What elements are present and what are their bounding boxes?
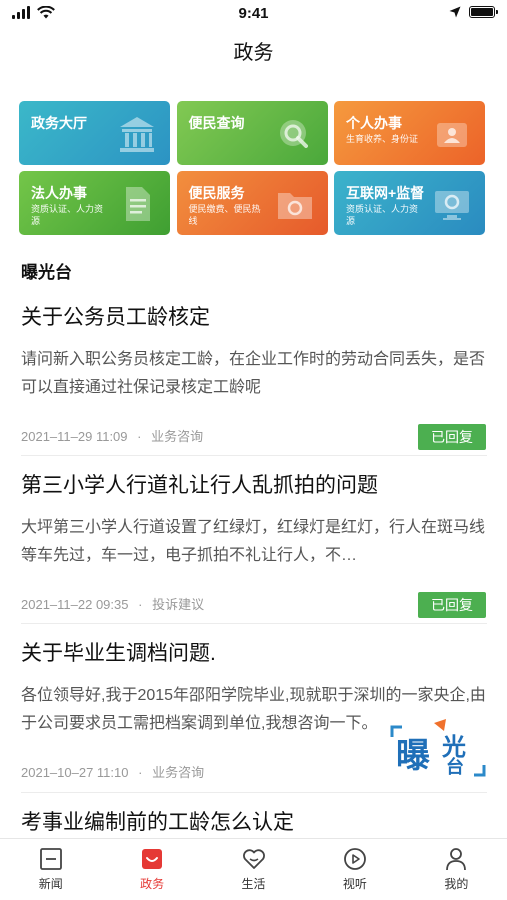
list-item[interactable]: 第三小学人行道礼让行人乱抓拍的问题 大坪第三小学人行道设置了红绿灯，红绿灯是红灯… [21, 472, 486, 618]
post-date: 2021–11–29 11:09 [21, 429, 128, 444]
tab-government[interactable]: 政务 [101, 839, 202, 900]
divider [21, 455, 487, 456]
service-tile-supervision[interactable]: 互联网+监督 资质认证、人力资源 [334, 171, 485, 235]
profile-icon [446, 848, 467, 871]
government-icon [142, 849, 163, 869]
service-tile-hall[interactable]: 政务大厅 [19, 101, 170, 165]
post-date: 2021–11–22 09:35 [21, 597, 129, 612]
status-bar: 9:41 [0, 0, 507, 28]
tab-label: 生活 [241, 877, 266, 891]
tab-news[interactable]: 新闻 [0, 839, 101, 900]
service-tile-label: 法人办事 [31, 185, 87, 201]
post-date: 2021–10–27 11:10 [21, 765, 129, 780]
meta-separator: · [138, 765, 143, 780]
post-title: 关于毕业生调档问题. [21, 642, 216, 665]
monitor-icon [435, 191, 469, 220]
service-tile-sub: 生育收养、身份证 [346, 134, 419, 144]
tab-label: 我的 [444, 877, 469, 891]
section-title: 曝光台 [21, 263, 72, 282]
post-title: 考事业编制前的工龄怎么认定 [21, 811, 294, 834]
status-badge: 已回复 [418, 424, 486, 450]
heart-icon [242, 849, 265, 869]
folder-icon [277, 193, 312, 219]
status-badge: 已回复 [418, 592, 486, 618]
divider [21, 792, 487, 793]
service-tile-label: 便民服务 [188, 185, 245, 201]
svg-text:曝: 曝 [396, 737, 430, 775]
svg-text:台: 台 [446, 756, 464, 777]
tab-bar: 新闻 政务 生活 视听 我的 [0, 838, 507, 900]
post-meta: 2021–11–29 11:09 · 业务咨询 已回复 [21, 424, 486, 450]
list-item[interactable]: 关于公务员工龄核定 请问新入职公务员核定工龄，在企业工作时的劳动合同丢失，是否可… [21, 304, 486, 450]
post-meta: 2021–11–22 09:35 · 投诉建议 已回复 [21, 592, 486, 618]
meta-separator: · [137, 429, 142, 444]
exposure-platform-logo[interactable]: 曝 光 台 [388, 715, 488, 777]
post-body: 请问新入职公务员核定工龄，在企业工作时的劳动合同丢失，是否可以直接通过社保记录核… [21, 351, 486, 396]
post-title: 第三小学人行道礼让行人乱抓拍的问题 [21, 474, 378, 497]
page-title: 政务 [233, 42, 274, 64]
id-card-icon [437, 123, 467, 147]
service-tile-corporate[interactable]: 法人办事 资质认证、人力资源 [19, 171, 170, 235]
tab-profile[interactable]: 我的 [406, 839, 507, 900]
status-right [449, 6, 498, 18]
tab-life[interactable]: 生活 [203, 839, 304, 900]
search-icon [279, 120, 308, 148]
post-category: 投诉建议 [152, 597, 205, 612]
play-icon [344, 848, 366, 870]
service-tile-label: 个人办事 [346, 115, 402, 131]
tab-label: 政务 [140, 877, 165, 891]
tab-label: 视听 [342, 877, 367, 891]
government-hall-icon [120, 117, 154, 152]
status-time: 9:41 [238, 5, 269, 22]
location-arrow-icon [449, 6, 461, 18]
service-tile-label: 互联网+监督 [346, 185, 425, 201]
service-tile-label: 政务大厅 [31, 115, 87, 131]
news-icon [39, 848, 62, 870]
list-item[interactable]: 考事业编制前的工龄怎么认定 [21, 809, 486, 837]
service-tile-label: 便民查询 [188, 115, 245, 131]
battery-icon [469, 6, 498, 18]
tab-media[interactable]: 视听 [304, 839, 405, 900]
tab-label: 新闻 [38, 877, 63, 891]
service-tile-sub: 资质认证、人力资源 [346, 204, 419, 226]
document-icon [126, 187, 150, 221]
service-tile-sub: 资质认证、人力资源 [31, 204, 104, 226]
post-title: 关于公务员工龄核定 [21, 306, 210, 329]
service-tile-convenience[interactable]: 便民服务 便民缴费、便民热线 [176, 171, 328, 235]
divider [21, 623, 487, 624]
post-body: 大坪第三小学人行道设置了红绿灯，红绿灯是红灯，行人在斑马线等车先过，车一过，电子… [21, 519, 486, 564]
service-tile-personal[interactable]: 个人办事 生育收养、身份证 [334, 101, 485, 165]
service-tile-sub: 便民缴费、便民热线 [188, 204, 261, 226]
service-tile-query[interactable]: 便民查询 [176, 101, 328, 165]
post-category: 业务咨询 [152, 765, 205, 780]
post-category: 业务咨询 [151, 429, 204, 444]
meta-separator: · [138, 597, 143, 612]
service-grid: 政务大厅 便民查询 个人办事 生育收养、身份证 法人办事 资质认证、人力资源 便… [19, 101, 485, 235]
